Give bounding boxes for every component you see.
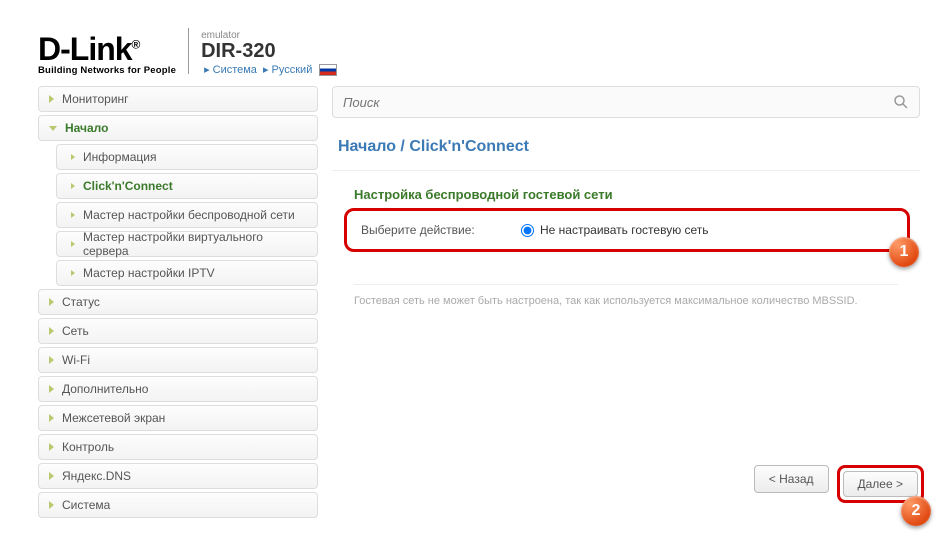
- breadcrumb-page: Click'n'Connect: [409, 138, 529, 155]
- sidebar-item-label: Начало: [65, 121, 108, 135]
- sidebar-item-label: Сеть: [62, 324, 89, 338]
- chevron-right-icon: [49, 327, 54, 335]
- action-row: Выберите действие: Не настраивать гостев…: [344, 208, 910, 252]
- sidebar-item-label: Мониторинг: [62, 92, 129, 106]
- hint-text: Гостевая сеть не может быть настроена, т…: [354, 284, 898, 307]
- search-box[interactable]: [332, 86, 920, 118]
- sidebar-item-monitoring[interactable]: Мониторинг: [38, 86, 318, 112]
- chevron-right-icon: [71, 270, 75, 276]
- chevron-right-icon: [71, 241, 75, 247]
- chevron-right-icon: [49, 443, 54, 451]
- breadcrumb: Начало / Click'n'Connect: [332, 130, 920, 171]
- callout-badge-2: 2: [901, 496, 931, 526]
- chevron-right-icon: [71, 183, 75, 189]
- sidebar-item-system[interactable]: Система: [38, 492, 318, 518]
- sidebar-item-yandexdns[interactable]: Яндекс.DNS: [38, 463, 318, 489]
- chevron-right-icon: [49, 501, 54, 509]
- sidebar-item-label: Система: [62, 498, 110, 512]
- header: D-Link® Building Networks for People emu…: [0, 0, 950, 86]
- logo: D-Link® Building Networks for People: [38, 36, 176, 76]
- sidebar-item-label: Wi-Fi: [62, 353, 90, 367]
- sidebar-item-label: Информация: [83, 150, 156, 164]
- divider: [188, 28, 189, 74]
- sidebar-sub-vserver-wizard[interactable]: Мастер настройки виртуального сервера: [56, 231, 318, 257]
- chevron-right-icon: ▸: [204, 64, 210, 76]
- sidebar-item-label: Межсетевой экран: [62, 411, 165, 425]
- chevron-right-icon: [49, 472, 54, 480]
- link-language[interactable]: Русский: [272, 64, 313, 76]
- sidebar-item-label: Мастер настройки IPTV: [83, 266, 215, 280]
- breadcrumb-root[interactable]: Начало: [338, 138, 396, 155]
- next-button[interactable]: Далее >: [843, 471, 919, 497]
- sidebar-item-label: Click'n'Connect: [83, 179, 173, 193]
- chevron-right-icon: [71, 154, 75, 160]
- chevron-right-icon: [49, 356, 54, 364]
- sidebar-item-status[interactable]: Статус: [38, 289, 318, 315]
- header-links: ▸Система ▸Русский: [201, 63, 337, 76]
- sidebar-sub-iptv-wizard[interactable]: Мастер настройки IPTV: [56, 260, 318, 286]
- search-icon[interactable]: [893, 94, 909, 110]
- radio-no-guest-network[interactable]: Не настраивать гостевую сеть: [521, 223, 709, 237]
- chevron-right-icon: [49, 298, 54, 306]
- sidebar: Мониторинг Начало Информация Click'n'Con…: [38, 86, 318, 521]
- callout-badge-1: 1: [889, 237, 919, 267]
- chevron-right-icon: [49, 385, 54, 393]
- link-system[interactable]: Система: [213, 64, 257, 76]
- chevron-right-icon: ▸: [263, 64, 269, 76]
- next-highlight: Далее > 2: [837, 465, 925, 503]
- sidebar-item-advanced[interactable]: Дополнительно: [38, 376, 318, 402]
- logo-tagline: Building Networks for People: [38, 65, 176, 76]
- back-button[interactable]: < Назад: [754, 465, 829, 493]
- sidebar-item-label: Мастер настройки виртуального сервера: [83, 230, 307, 258]
- chevron-down-icon: [49, 126, 57, 131]
- sidebar-sub-clicknconnect[interactable]: Click'n'Connect: [56, 173, 318, 199]
- radio-input[interactable]: [521, 224, 534, 237]
- sidebar-item-wifi[interactable]: Wi-Fi: [38, 347, 318, 373]
- sidebar-item-firewall[interactable]: Межсетевой экран: [38, 405, 318, 431]
- sidebar-sub-information[interactable]: Информация: [56, 144, 318, 170]
- sidebar-item-label: Яндекс.DNS: [62, 469, 131, 483]
- chevron-right-icon: [49, 95, 54, 103]
- header-meta: emulator DIR-320 ▸Система ▸Русский: [201, 30, 337, 76]
- wizard-buttons: < Назад Далее > 2: [754, 465, 924, 503]
- chevron-right-icon: [71, 212, 75, 218]
- sidebar-sub-wireless-wizard[interactable]: Мастер настройки беспроводной сети: [56, 202, 318, 228]
- sidebar-item-label: Статус: [62, 295, 100, 309]
- main-content: Начало / Click'n'Connect Настройка беспр…: [332, 86, 930, 521]
- search-input[interactable]: [343, 95, 893, 110]
- model-label: DIR-320: [201, 41, 337, 61]
- sidebar-item-label: Дополнительно: [62, 382, 148, 396]
- sidebar-item-label: Контроль: [62, 440, 114, 454]
- sidebar-item-label: Мастер настройки беспроводной сети: [83, 208, 295, 222]
- radio-label: Не настраивать гостевую сеть: [540, 223, 709, 237]
- flag-ru-icon: [319, 64, 337, 76]
- sidebar-item-network[interactable]: Сеть: [38, 318, 318, 344]
- logo-text: D-Link®: [38, 36, 176, 63]
- action-label: Выберите действие:: [361, 223, 521, 237]
- section-title: Настройка беспроводной гостевой сети: [354, 187, 920, 202]
- chevron-right-icon: [49, 414, 54, 422]
- sidebar-item-start[interactable]: Начало: [38, 115, 318, 141]
- sidebar-item-control[interactable]: Контроль: [38, 434, 318, 460]
